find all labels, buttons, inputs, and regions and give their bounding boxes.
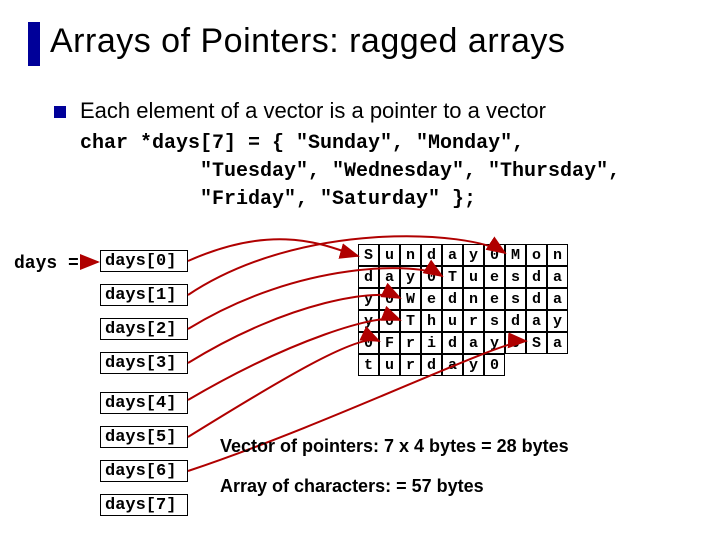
mem-cell: M [505, 244, 526, 266]
mem-cell: S [526, 332, 547, 354]
days-cell-3: days[3] [100, 352, 188, 374]
mem-cell: d [505, 310, 526, 332]
mem-cell: n [400, 244, 421, 266]
mem-cell: 0 [484, 244, 505, 266]
days-cell-6: days[6] [100, 460, 188, 482]
mem-cell: t [358, 354, 379, 376]
mem-cell: d [358, 266, 379, 288]
mem-cell: r [463, 310, 484, 332]
mem-cell: y [463, 244, 484, 266]
mem-cell: r [400, 332, 421, 354]
code-line-1: char *days[7] = { "Sunday", "Monday", [80, 132, 524, 155]
mem-cell: 0 [379, 310, 400, 332]
mem-cell: u [379, 244, 400, 266]
mem-cell: a [547, 266, 568, 288]
mem-cell: T [400, 310, 421, 332]
mem-cell: a [463, 332, 484, 354]
mem-cell: n [463, 288, 484, 310]
mem-cell: i [421, 332, 442, 354]
title-accent [28, 22, 40, 66]
mem-cell: d [442, 288, 463, 310]
mem-cell: s [484, 310, 505, 332]
mem-cell: a [547, 332, 568, 354]
days-cell-7: days[7] [100, 494, 188, 516]
mem-cell: e [484, 266, 505, 288]
vector-size-summary: Vector of pointers: 7 x 4 bytes = 28 byt… [220, 436, 569, 457]
mem-cell: d [526, 266, 547, 288]
mem-cell: r [400, 354, 421, 376]
mem-cell: u [442, 310, 463, 332]
mem-cell: n [547, 244, 568, 266]
mem-cell: F [379, 332, 400, 354]
days-cell-5: days[5] [100, 426, 188, 448]
days-cell-4: days[4] [100, 392, 188, 414]
mem-cell: d [442, 332, 463, 354]
mem-cell: u [379, 354, 400, 376]
mem-cell: y [400, 266, 421, 288]
mem-cell: a [526, 310, 547, 332]
slide-title: Arrays of Pointers: ragged arrays [50, 22, 565, 61]
mem-cell: 0 [421, 266, 442, 288]
mem-cell: 0 [379, 288, 400, 310]
bullet-text: Each element of a vector is a pointer to… [80, 98, 546, 124]
mem-cell: s [505, 288, 526, 310]
mem-cell: s [505, 266, 526, 288]
mem-cell: y [463, 354, 484, 376]
days-cell-2: days[2] [100, 318, 188, 340]
mem-cell: a [379, 266, 400, 288]
mem-cell: y [547, 310, 568, 332]
code-line-3: "Friday", "Saturday" }; [200, 188, 476, 211]
array-size-summary: Array of characters: = 57 bytes [220, 476, 484, 497]
mem-cell: h [421, 310, 442, 332]
mem-cell: S [358, 244, 379, 266]
days-equals-label: days = [14, 254, 79, 274]
mem-cell: e [421, 288, 442, 310]
mem-cell: y [358, 310, 379, 332]
mem-cell: u [463, 266, 484, 288]
code-line-2: "Tuesday", "Wednesday", "Thursday", [200, 160, 620, 183]
mem-cell: T [442, 266, 463, 288]
days-cell-0: days[0] [100, 250, 188, 272]
mem-cell: 0 [358, 332, 379, 354]
mem-cell: W [400, 288, 421, 310]
mem-cell: a [442, 354, 463, 376]
days-cell-1: days[1] [100, 284, 188, 306]
mem-cell: a [442, 244, 463, 266]
mem-cell: 0 [484, 354, 505, 376]
mem-cell: d [421, 244, 442, 266]
square-bullet [54, 106, 66, 118]
mem-cell: o [526, 244, 547, 266]
mem-cell: d [421, 354, 442, 376]
mem-cell: e [484, 288, 505, 310]
mem-cell: a [547, 288, 568, 310]
mem-cell: 0 [505, 332, 526, 354]
mem-cell: y [484, 332, 505, 354]
mem-cell: d [526, 288, 547, 310]
mem-cell: y [358, 288, 379, 310]
